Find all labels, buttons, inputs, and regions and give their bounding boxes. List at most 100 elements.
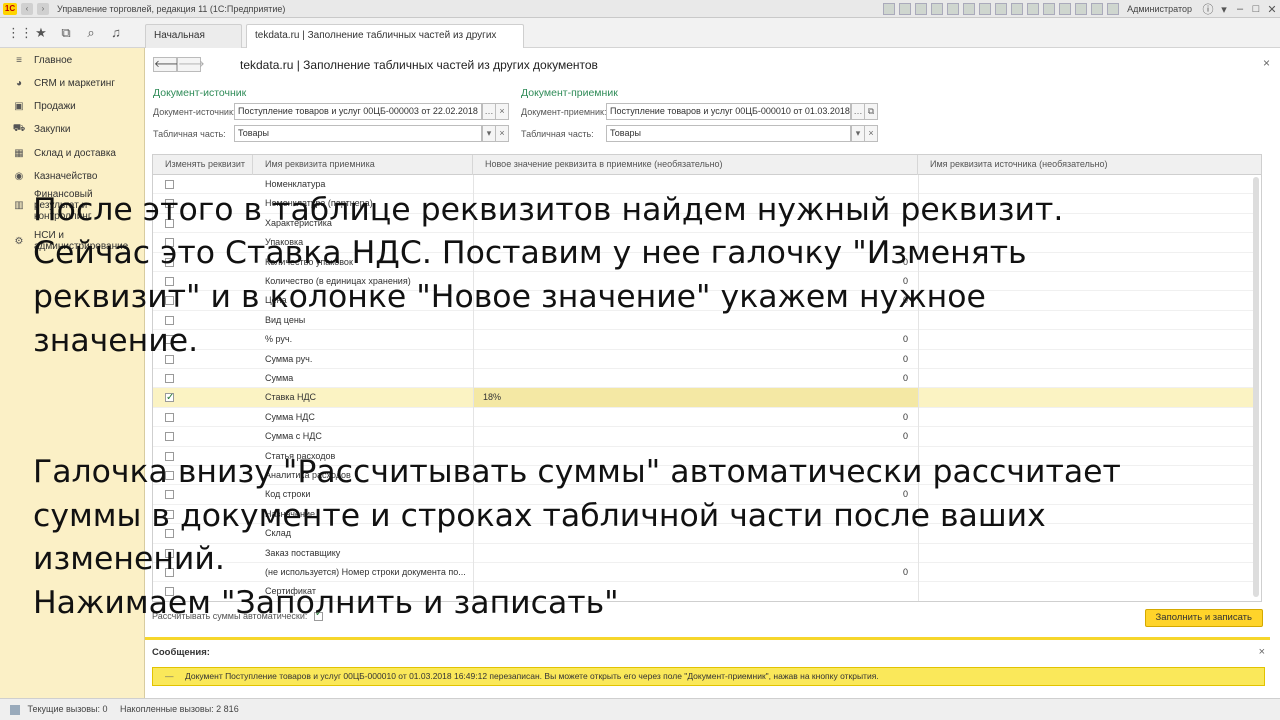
close-icon[interactable]: ✕	[1264, 3, 1280, 16]
minimize-icon[interactable]: –	[1232, 3, 1248, 15]
info-icon[interactable]: ⓘ	[1200, 1, 1216, 17]
tab-home[interactable]: Начальная страница	[145, 24, 242, 63]
row-attribute-name: Сумма руч.	[265, 353, 313, 364]
row-attribute-name: Ставка НДС	[265, 392, 317, 403]
row-number-value: 0	[902, 431, 908, 442]
table-row[interactable]: Заказ поставщику	[153, 544, 1253, 563]
chevron-down-icon[interactable]: ▾	[482, 125, 496, 142]
tool-icon[interactable]	[995, 3, 1008, 15]
message-text: Документ Поступление товаров и услуг 00Ц…	[185, 671, 879, 681]
bell-icon[interactable]: ♫	[107, 24, 125, 42]
close-icon[interactable]: ×	[1259, 646, 1265, 658]
search-icon[interactable]: ⌕	[82, 24, 100, 42]
row-checkbox[interactable]	[165, 374, 174, 383]
back-arrow-icon[interactable]: 🡐	[153, 57, 181, 72]
tool-icon[interactable]	[979, 3, 992, 15]
sidebar-item-crm[interactable]: ◕ CRM и маркетинг	[0, 72, 145, 94]
source-tab-field[interactable]: Товары	[234, 125, 482, 142]
apps-grid-icon[interactable]: ⋮⋮	[7, 24, 33, 42]
tool-icon[interactable]	[931, 3, 944, 15]
row-attribute-name: Сумма с НДС	[265, 431, 322, 442]
sidebar-item-sales[interactable]: ▣ Продажи	[0, 95, 145, 117]
target-tab-label: Табличная часть:	[521, 129, 594, 139]
scrollbar[interactable]	[1253, 177, 1259, 597]
column-header[interactable]: Новое значение реквизита в приемнике (не…	[473, 155, 918, 175]
crm-icon: ◕	[15, 77, 23, 89]
back-icon[interactable]: ‹	[21, 2, 33, 15]
clear-icon[interactable]: ×	[495, 125, 509, 142]
tool-icon[interactable]	[883, 3, 896, 15]
table-row[interactable]: Сумма руч. 0	[153, 350, 1253, 369]
clear-icon[interactable]: ×	[864, 125, 878, 142]
fill-and-save-button[interactable]: Заполнить и записать	[1144, 609, 1263, 627]
cart-icon: ⛟	[12, 122, 26, 134]
column-header[interactable]: Имя реквизита приемника	[253, 155, 473, 175]
sales-icon: ▣	[14, 100, 24, 112]
sidebar-item-label: Склад и доставка	[34, 147, 116, 159]
caption-line: реквизит" и в колонке "Новое значение" у…	[33, 279, 986, 315]
ellipsis-icon[interactable]: …	[482, 103, 496, 120]
tool-icon[interactable]	[899, 3, 912, 15]
column-header[interactable]: Изменять реквизит	[153, 155, 253, 175]
target-doc-field[interactable]: Поступление товаров и услуг 00ЦБ-000010 …	[606, 103, 851, 120]
table-row[interactable]: (не используется) Номер строки документа…	[153, 563, 1253, 583]
tool-icon[interactable]	[1059, 3, 1072, 15]
source-doc-field[interactable]: Поступление товаров и услуг 00ЦБ-000003 …	[234, 103, 482, 120]
sidebar-item-label: Казначейство	[34, 170, 98, 182]
caption-line: Сейчас это Ставка НДС. Поставим у нее га…	[33, 235, 1027, 271]
tool-icon[interactable]	[1027, 3, 1040, 15]
column-header[interactable]: Имя реквизита источника (необязательно)	[918, 155, 1261, 175]
row-new-value[interactable]: 18%	[483, 388, 501, 407]
forward-icon[interactable]: ›	[37, 2, 49, 15]
target-group-title: Документ-приемник	[521, 87, 618, 99]
tool-icon[interactable]	[1075, 3, 1088, 15]
clear-icon[interactable]: ×	[495, 103, 509, 120]
target-doc-label: Документ-приемник:	[521, 107, 607, 117]
sidebar-item-main[interactable]: ≡ Главное	[0, 49, 145, 71]
sidebar-item-label: Закупки	[34, 123, 71, 135]
maximize-icon[interactable]: □	[1248, 3, 1264, 15]
tab-fill-tables[interactable]: tekdata.ru | Заполнение табличных частей…	[246, 24, 524, 63]
ellipsis-icon[interactable]: …	[851, 103, 865, 120]
message-item[interactable]: — Документ Поступление товаров и услуг 0…	[152, 667, 1265, 686]
sidebar-item-label: Главное	[34, 54, 73, 66]
table-row[interactable]: % руч. 0	[153, 330, 1253, 350]
tool-icon[interactable]	[947, 3, 960, 15]
forward-arrow-icon[interactable]: 🡒	[177, 57, 205, 72]
star-icon[interactable]: ★	[32, 24, 50, 42]
sidebar-item-purchases[interactable]: ⛟ Закупки	[0, 118, 145, 140]
menu-lines-icon: ≡	[16, 54, 22, 66]
table-header: Изменять реквизит Имя реквизита приемник…	[153, 155, 1261, 175]
caption-line: изменений.	[33, 541, 225, 577]
sidebar-item-warehouse[interactable]: ▦ Склад и доставка	[0, 142, 145, 164]
table-row[interactable]: Сумма с НДС 0	[153, 427, 1253, 447]
tool-icon[interactable]	[915, 3, 928, 15]
tool-icon[interactable]	[1091, 3, 1104, 15]
table-row[interactable]: Сумма 0	[153, 369, 1253, 389]
row-checkbox[interactable]	[165, 432, 174, 442]
menu-icon[interactable]: ▾	[1216, 3, 1232, 16]
history-icon[interactable]: ⧉	[57, 24, 75, 42]
open-icon[interactable]: ⧉	[864, 103, 878, 120]
sidebar-item-treasury[interactable]: ◉ Казначейство	[0, 165, 145, 187]
new-value-cell[interactable]	[473, 388, 918, 408]
window-titlebar: 1С ‹ › Управление торговлей, редакция 11…	[0, 0, 1280, 18]
row-checkbox[interactable]	[165, 180, 174, 189]
chevron-down-icon[interactable]: ▾	[851, 125, 865, 142]
row-number-value: 0	[902, 567, 908, 577]
tool-icon[interactable]	[1107, 3, 1120, 15]
tool-icon[interactable]	[1011, 3, 1024, 15]
table-row[interactable]: Ставка НДС 18%	[153, 388, 1253, 408]
tool-icon[interactable]	[963, 3, 976, 15]
row-checkbox[interactable]	[165, 412, 174, 422]
edit-icon[interactable]	[10, 704, 20, 715]
target-tab-field[interactable]: Товары	[606, 125, 851, 142]
row-checkbox[interactable]	[165, 388, 174, 407]
accumulated-calls: Накопленные вызовы: 2 816	[120, 704, 239, 714]
user-name[interactable]: Администратор	[1127, 4, 1192, 14]
row-number-value: 0	[902, 334, 908, 345]
table-row[interactable]: Сумма НДС 0	[153, 408, 1253, 428]
tool-icon[interactable]	[1043, 3, 1056, 15]
source-tab-label: Табличная часть:	[153, 129, 226, 139]
close-icon[interactable]: ×	[1263, 56, 1270, 70]
